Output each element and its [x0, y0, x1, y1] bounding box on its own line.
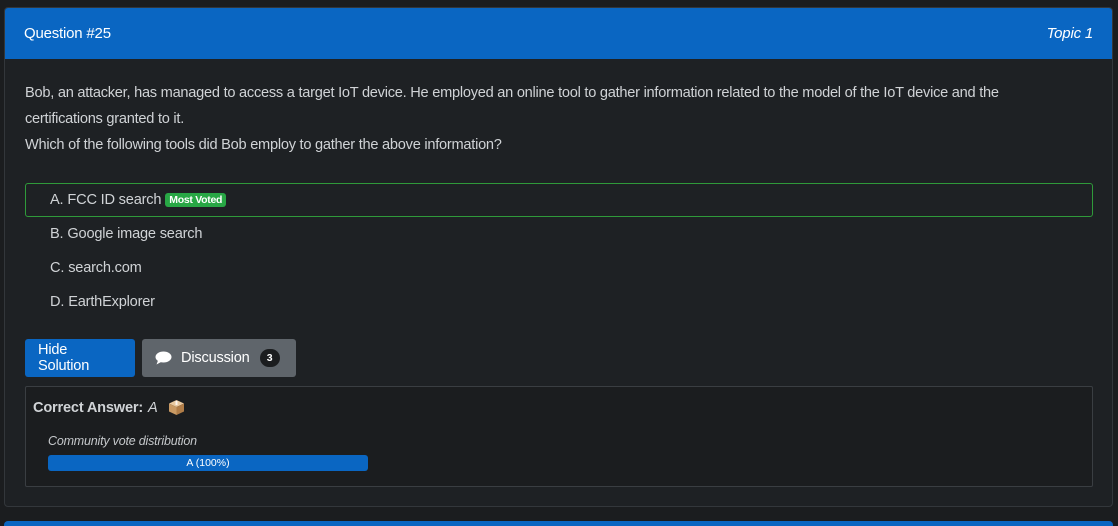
- vote-bar-segment-a: A (100%): [48, 455, 368, 471]
- choice-b[interactable]: B. Google image search: [25, 217, 1093, 251]
- choice-text: Google image search: [67, 226, 203, 242]
- choice-letter: A.: [50, 192, 64, 208]
- question-text: Bob, an attacker, has managed to access …: [25, 80, 1045, 158]
- choice-letter: B.: [50, 226, 64, 242]
- vote-distribution-bar: A (100%): [48, 455, 368, 471]
- chat-bubble-icon: [155, 351, 172, 365]
- discussion-button[interactable]: Discussion 3: [142, 339, 296, 377]
- discussion-count-badge: 3: [259, 349, 280, 367]
- hide-solution-button[interactable]: Hide Solution: [25, 339, 135, 377]
- choice-text: FCC ID search: [67, 192, 162, 208]
- question-paragraph: Bob, an attacker, has managed to access …: [25, 85, 999, 127]
- choice-a[interactable]: A. FCC ID search Most Voted: [25, 183, 1093, 217]
- topic-label: Topic 1: [1046, 25, 1094, 42]
- correct-answer-value: A: [148, 399, 158, 416]
- question-card: Question #25 Topic 1 Bob, an attacker, h…: [4, 7, 1113, 507]
- choices-list: A. FCC ID search Most Voted B. Google im…: [25, 183, 1093, 319]
- question-number: Question #25: [24, 25, 111, 42]
- correct-answer-label: Correct Answer:: [33, 399, 143, 416]
- action-buttons: Hide Solution Discussion 3: [25, 339, 296, 377]
- choice-c[interactable]: C. search.com: [25, 251, 1093, 285]
- card-header: Question #25 Topic 1: [5, 8, 1112, 59]
- question-paragraph: Which of the following tools did Bob emp…: [25, 137, 502, 153]
- choice-letter: D.: [50, 294, 65, 310]
- answer-box: Correct Answer: A Community vote distrib…: [25, 386, 1093, 487]
- correct-answer-line: Correct Answer: A: [33, 399, 185, 416]
- vote-distribution-title: Community vote distribution: [48, 434, 197, 448]
- choice-text: EarthExplorer: [68, 294, 155, 310]
- next-question-header-edge: [4, 521, 1113, 526]
- choice-letter: C.: [50, 260, 65, 276]
- ballot-box-icon[interactable]: [168, 399, 185, 416]
- discussion-label: Discussion: [181, 350, 250, 366]
- choice-d[interactable]: D. EarthExplorer: [25, 285, 1093, 319]
- choice-text: search.com: [68, 260, 142, 276]
- most-voted-badge: Most Voted: [165, 193, 227, 207]
